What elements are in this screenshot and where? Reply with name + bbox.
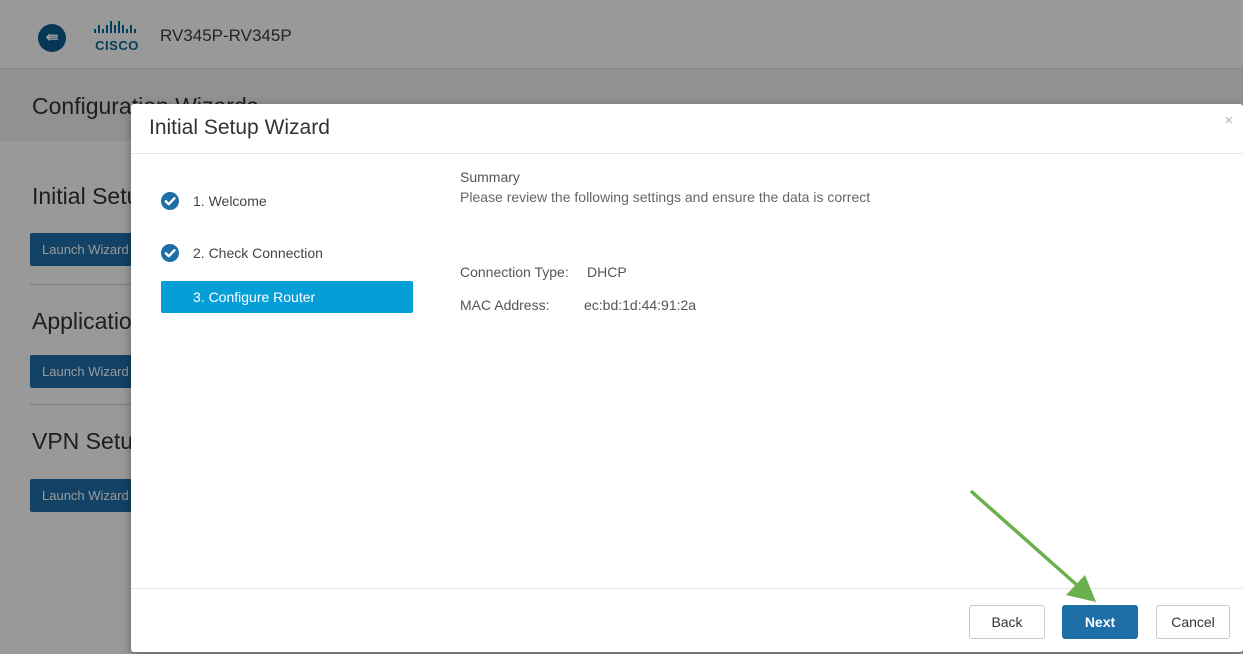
wizard-step-welcome[interactable]: 1. Welcome — [161, 184, 413, 216]
connection-type-label: Connection Type: — [460, 264, 569, 280]
check-circle-icon — [161, 244, 179, 262]
cancel-button[interactable]: Cancel — [1156, 605, 1230, 639]
modal-title: Initial Setup Wizard — [149, 116, 330, 139]
mac-address-row: MAC Address: ec:bd:1d:44:91:2a — [460, 297, 696, 313]
close-icon[interactable]: × — [1224, 112, 1233, 129]
mac-address-label: MAC Address: — [460, 297, 550, 313]
summary-heading: Summary — [460, 169, 520, 185]
wizard-step-label: 2. Check Connection — [193, 245, 323, 261]
connection-type-value: DHCP — [587, 264, 627, 280]
mac-address-value: ec:bd:1d:44:91:2a — [584, 297, 697, 313]
wizard-step-label: 3. Configure Router — [193, 289, 316, 305]
modal-header: Initial Setup Wizard × — [131, 104, 1243, 154]
connection-type-row: Connection Type: DHCP — [460, 264, 627, 280]
wizard-step-label: 1. Welcome — [193, 193, 267, 209]
back-button[interactable]: Back — [969, 605, 1045, 639]
modal-footer: Back Next Cancel — [131, 588, 1243, 653]
wizard-step-configure-router[interactable]: 3. Configure Router — [161, 281, 413, 313]
wizard-step-check-connection[interactable]: 2. Check Connection — [161, 236, 413, 268]
next-button[interactable]: Next — [1062, 605, 1138, 639]
check-circle-icon — [161, 192, 179, 210]
initial-setup-wizard-dialog: Initial Setup Wizard × 1. Welcome 2. Che… — [131, 104, 1243, 652]
summary-description: Please review the following settings and… — [460, 189, 871, 205]
